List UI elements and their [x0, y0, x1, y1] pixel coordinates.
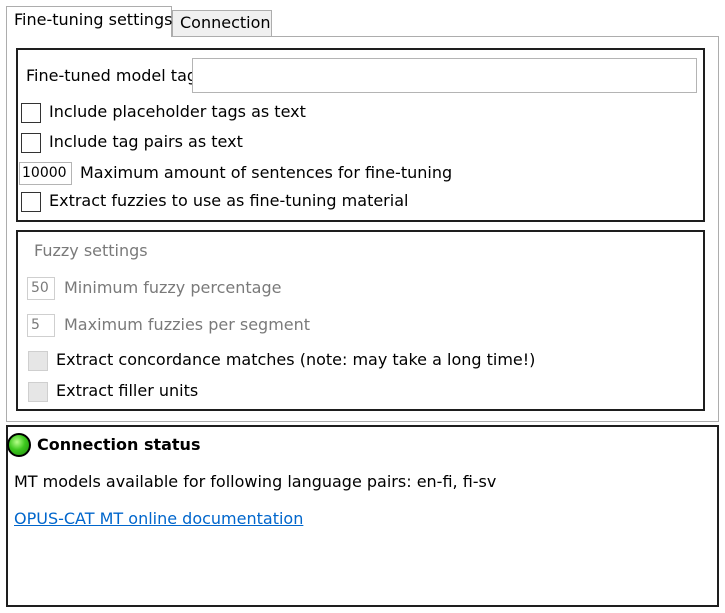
tab-label: Connection	[180, 13, 271, 32]
min-fuzzy-percentage-label: Minimum fuzzy percentage	[64, 278, 282, 297]
extract-concordance-label: Extract concordance matches (note: may t…	[56, 350, 536, 369]
tab-connection[interactable]: Connection	[172, 10, 272, 36]
include-placeholder-checkbox[interactable]	[21, 103, 41, 123]
extract-filler-label: Extract filler units	[56, 381, 199, 400]
extract-concordance-checkbox[interactable]	[28, 351, 48, 371]
model-tag-input[interactable]	[192, 58, 697, 93]
tab-label: Fine-tuning settings	[14, 10, 173, 29]
max-sentences-input[interactable]: 10000	[19, 162, 72, 185]
model-tag-label: Fine-tuned model tag	[26, 66, 198, 85]
include-tag-pairs-label: Include tag pairs as text	[49, 132, 243, 151]
tab-fine-tuning-settings[interactable]: Fine-tuning settings	[6, 6, 172, 37]
include-placeholder-label: Include placeholder tags as text	[49, 102, 306, 121]
extract-fuzzies-checkbox[interactable]	[21, 192, 41, 212]
status-light-icon	[7, 433, 31, 457]
extract-filler-checkbox[interactable]	[28, 382, 48, 402]
include-tag-pairs-checkbox[interactable]	[21, 133, 41, 153]
connection-status-title: Connection status	[37, 435, 201, 454]
max-fuzzies-input[interactable]: 5	[27, 314, 55, 337]
max-sentences-label: Maximum amount of sentences for fine-tun…	[80, 163, 453, 182]
min-fuzzy-percentage-input[interactable]: 50	[27, 277, 55, 300]
fuzzy-settings-title: Fuzzy settings	[34, 241, 148, 260]
extract-fuzzies-label: Extract fuzzies to use as fine-tuning ma…	[49, 191, 409, 210]
max-fuzzies-label: Maximum fuzzies per segment	[64, 315, 311, 334]
documentation-link[interactable]: OPUS-CAT MT online documentation	[14, 509, 303, 529]
models-available-text: MT models available for following langua…	[14, 472, 497, 491]
